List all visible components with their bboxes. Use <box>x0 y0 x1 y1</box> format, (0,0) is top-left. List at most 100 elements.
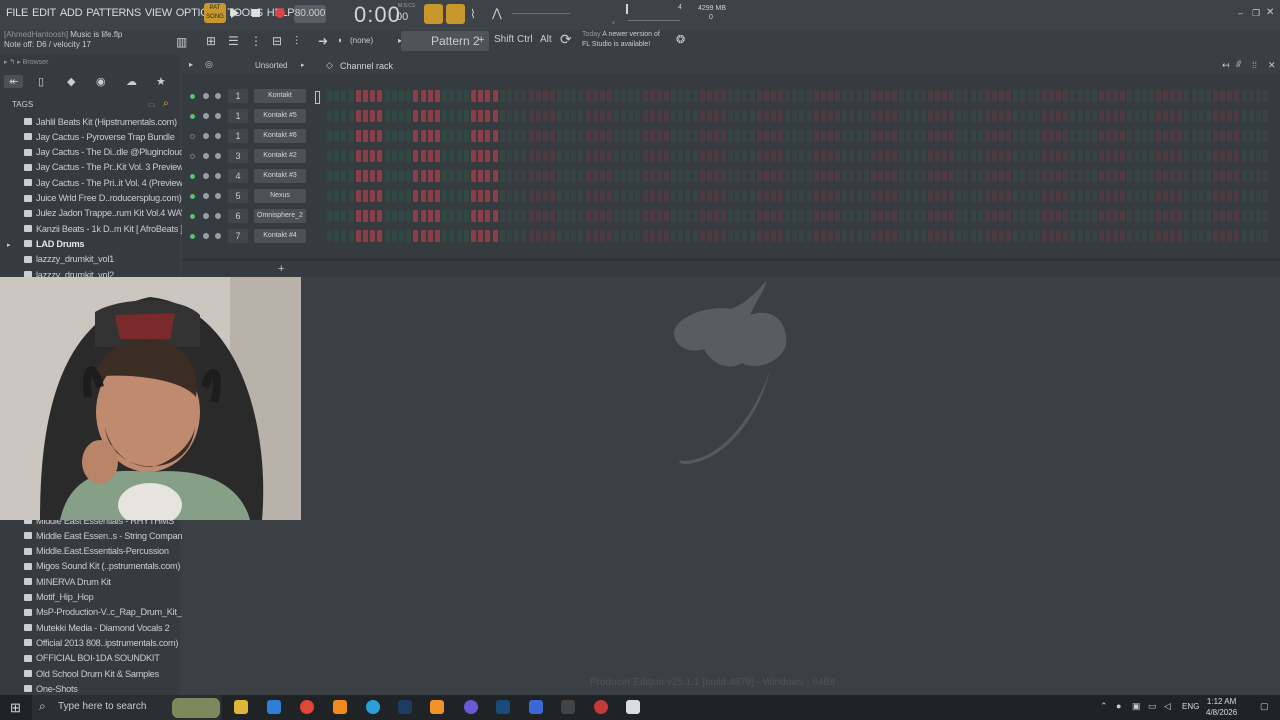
step-button[interactable] <box>614 170 620 182</box>
step-button[interactable] <box>492 130 498 142</box>
step-button[interactable] <box>413 130 419 142</box>
step-button[interactable] <box>599 190 605 202</box>
step-button[interactable] <box>842 110 848 122</box>
step-button[interactable] <box>1255 230 1261 242</box>
step-button[interactable] <box>1191 150 1197 162</box>
step-button[interactable] <box>685 170 691 182</box>
step-button[interactable] <box>1262 170 1268 182</box>
step-button[interactable] <box>406 230 412 242</box>
step-button[interactable] <box>628 190 634 202</box>
step-button[interactable] <box>1198 130 1204 142</box>
step-button[interactable] <box>1205 150 1211 162</box>
step-button[interactable] <box>535 150 541 162</box>
step-button[interactable] <box>578 230 584 242</box>
step-button[interactable] <box>1034 190 1040 202</box>
step-button[interactable] <box>799 150 805 162</box>
step-button[interactable] <box>463 170 469 182</box>
step-button[interactable] <box>649 210 655 222</box>
step-button[interactable] <box>1098 130 1104 142</box>
step-button[interactable] <box>542 90 548 102</box>
photoshop-icon[interactable] <box>398 700 412 714</box>
step-button[interactable] <box>1170 150 1176 162</box>
step-button[interactable] <box>656 130 662 142</box>
menu-item-add[interactable]: ADD <box>58 7 84 19</box>
step-button[interactable] <box>899 210 905 222</box>
step-button[interactable] <box>1006 130 1012 142</box>
step-button[interactable] <box>827 210 833 222</box>
step-button[interactable] <box>835 90 841 102</box>
add-channel-button[interactable]: + <box>278 263 284 275</box>
step-button[interactable] <box>877 230 883 242</box>
step-button[interactable] <box>806 110 812 122</box>
step-button[interactable] <box>463 110 469 122</box>
step-button[interactable] <box>1056 190 1062 202</box>
step-button[interactable] <box>692 210 698 222</box>
step-button[interactable] <box>1205 130 1211 142</box>
step-button[interactable] <box>606 190 612 202</box>
step-button[interactable] <box>1027 210 1033 222</box>
browser-folder[interactable]: Jay Cactus - The Pr..Kit Vol. 3 Preview <box>24 160 184 175</box>
step-button[interactable] <box>685 130 691 142</box>
step-button[interactable] <box>348 230 354 242</box>
step-button[interactable] <box>1205 110 1211 122</box>
step-button[interactable] <box>849 190 855 202</box>
step-button[interactable] <box>391 110 397 122</box>
step-button[interactable] <box>1227 210 1233 222</box>
step-button[interactable] <box>735 90 741 102</box>
swing-icon[interactable]: ◎ <box>205 59 213 70</box>
step-button[interactable] <box>1106 130 1112 142</box>
step-button[interactable] <box>892 230 898 242</box>
step-button[interactable] <box>749 150 755 162</box>
step-button[interactable] <box>341 130 347 142</box>
step-button[interactable] <box>1262 110 1268 122</box>
step-button[interactable] <box>492 150 498 162</box>
step-button[interactable] <box>977 230 983 242</box>
step-button[interactable] <box>377 170 383 182</box>
step-button[interactable] <box>934 110 940 122</box>
step-button[interactable] <box>384 190 390 202</box>
step-button[interactable] <box>606 210 612 222</box>
step-button[interactable] <box>1070 230 1076 242</box>
tray-arrow-icon[interactable]: ⌃ <box>1100 701 1108 712</box>
step-button[interactable] <box>870 90 876 102</box>
step-button[interactable] <box>614 110 620 122</box>
step-button[interactable] <box>471 170 476 182</box>
channel-name-button[interactable]: Kontakt <box>254 89 306 103</box>
step-button[interactable] <box>892 170 898 182</box>
step-button[interactable] <box>785 190 791 202</box>
step-button[interactable] <box>756 150 762 162</box>
step-button[interactable] <box>1120 110 1126 122</box>
step-button[interactable] <box>663 150 669 162</box>
step-button[interactable] <box>927 230 933 242</box>
step-button[interactable] <box>1220 190 1226 202</box>
step-button[interactable] <box>578 110 584 122</box>
step-button[interactable] <box>799 110 805 122</box>
step-button[interactable] <box>1091 150 1097 162</box>
step-button[interactable] <box>399 210 404 222</box>
channel-volume-knob[interactable] <box>215 153 221 159</box>
step-button[interactable] <box>521 170 527 182</box>
step-button[interactable] <box>1113 230 1119 242</box>
step-button[interactable] <box>721 170 727 182</box>
step-button[interactable] <box>557 170 563 182</box>
step-button[interactable] <box>742 130 748 142</box>
step-button[interactable] <box>635 170 641 182</box>
step-button[interactable] <box>713 90 719 102</box>
step-button[interactable] <box>649 150 655 162</box>
step-button[interactable] <box>427 110 433 122</box>
step-button[interactable] <box>1041 170 1047 182</box>
step-button[interactable] <box>963 130 969 142</box>
step-button[interactable] <box>334 130 340 142</box>
step-button[interactable] <box>713 150 719 162</box>
step-button[interactable] <box>1177 230 1183 242</box>
step-button[interactable] <box>1106 210 1112 222</box>
step-button[interactable] <box>507 130 513 142</box>
rack-close-icon[interactable]: ✕ <box>1268 60 1276 71</box>
folder-icon[interactable]: ▭ <box>148 100 156 109</box>
step-button[interactable] <box>492 170 498 182</box>
browser-folder[interactable]: Kanzii Beats - 1k D..m Kit [ AfroBeats ] <box>24 221 183 236</box>
step-button[interactable] <box>977 90 983 102</box>
step-button[interactable] <box>721 190 727 202</box>
step-button[interactable] <box>384 150 390 162</box>
channel-mute-led[interactable] <box>190 234 195 239</box>
